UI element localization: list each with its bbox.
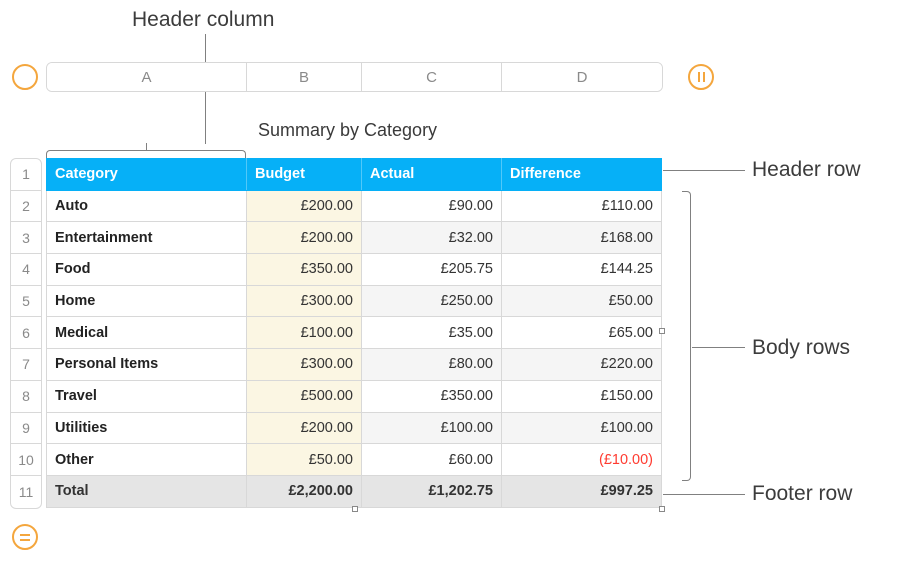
column-header-c[interactable]: C [362, 63, 502, 91]
cell-actual[interactable]: £35.00 [362, 317, 502, 349]
header-actual[interactable]: Actual [362, 159, 502, 191]
bracket-icon [682, 191, 691, 481]
cell-category[interactable]: Other [47, 444, 247, 476]
leader-line [692, 347, 745, 348]
row-header-10[interactable]: 10 [11, 444, 41, 476]
cell-category[interactable]: Home [47, 285, 247, 317]
header-budget[interactable]: Budget [247, 159, 362, 191]
bracket-icon [46, 150, 246, 158]
row-header-9[interactable]: 9 [11, 413, 41, 445]
cell-category[interactable]: Entertainment [47, 222, 247, 254]
cell-category[interactable]: Food [47, 254, 247, 286]
cell-difference[interactable]: £220.00 [502, 349, 662, 381]
table-title[interactable]: Summary by Category [258, 120, 437, 141]
cell-actual[interactable]: £90.00 [362, 190, 502, 222]
row-header-1[interactable]: 1 [11, 159, 41, 191]
callout-header-column: Header column [132, 8, 274, 32]
cell-budget[interactable]: £300.00 [247, 285, 362, 317]
cell-difference[interactable]: £144.25 [502, 254, 662, 286]
cell-difference[interactable]: £150.00 [502, 380, 662, 412]
leader-line [146, 143, 147, 150]
cell-actual[interactable]: £100.00 [362, 412, 502, 444]
cell-actual[interactable]: £250.00 [362, 285, 502, 317]
cell-budget[interactable]: £50.00 [247, 444, 362, 476]
cell-budget[interactable]: £300.00 [247, 349, 362, 381]
leader-line [663, 170, 745, 171]
header-category[interactable]: Category [47, 159, 247, 191]
row-header-3[interactable]: 3 [11, 222, 41, 254]
row-header-6[interactable]: 6 [11, 317, 41, 349]
resize-handle-icon[interactable] [352, 506, 358, 512]
cell-category[interactable]: Medical [47, 317, 247, 349]
row-header-7[interactable]: 7 [11, 349, 41, 381]
resize-handle-icon[interactable] [659, 328, 665, 334]
add-row-handle[interactable] [12, 524, 38, 550]
row-header-bar: 1 2 3 4 5 6 7 8 9 10 11 [10, 158, 42, 509]
table-row: Utilities £200.00 £100.00 £100.00 [47, 412, 662, 444]
column-header-b[interactable]: B [247, 63, 362, 91]
footer-actual[interactable]: £1,202.75 [362, 475, 502, 507]
cell-budget[interactable]: £200.00 [247, 412, 362, 444]
cell-actual[interactable]: £350.00 [362, 380, 502, 412]
header-difference[interactable]: Difference [502, 159, 662, 191]
cell-difference[interactable]: £168.00 [502, 222, 662, 254]
table-row: Medical £100.00 £35.00 £65.00 [47, 317, 662, 349]
row-header-11[interactable]: 11 [11, 476, 41, 508]
cell-actual[interactable]: £205.75 [362, 254, 502, 286]
cell-budget[interactable]: £350.00 [247, 254, 362, 286]
header-row: Category Budget Actual Difference [47, 159, 662, 191]
leader-line [663, 494, 745, 495]
cell-difference[interactable]: £110.00 [502, 190, 662, 222]
table-row: Home £300.00 £250.00 £50.00 [47, 285, 662, 317]
footer-difference[interactable]: £997.25 [502, 475, 662, 507]
cell-budget[interactable]: £200.00 [247, 190, 362, 222]
footer-row: Total £2,200.00 £1,202.75 £997.25 [47, 475, 662, 507]
cell-difference[interactable]: £100.00 [502, 412, 662, 444]
row-header-5[interactable]: 5 [11, 286, 41, 318]
cell-difference[interactable]: £50.00 [502, 285, 662, 317]
cell-category[interactable]: Personal Items [47, 349, 247, 381]
cell-actual[interactable]: £80.00 [362, 349, 502, 381]
column-header-a[interactable]: A [47, 63, 247, 91]
row-header-4[interactable]: 4 [11, 254, 41, 286]
callout-footer-row: Footer row [752, 482, 852, 506]
column-header-d[interactable]: D [502, 63, 662, 91]
cell-category[interactable]: Travel [47, 380, 247, 412]
cell-difference[interactable]: (£10.00) [502, 444, 662, 476]
callout-body-rows: Body rows [752, 336, 850, 360]
cell-difference[interactable]: £65.00 [502, 317, 662, 349]
table-row: Food £350.00 £205.75 £144.25 [47, 254, 662, 286]
cell-budget[interactable]: £200.00 [247, 222, 362, 254]
callout-header-row: Header row [752, 158, 861, 182]
table-row: Auto £200.00 £90.00 £110.00 [47, 190, 662, 222]
column-header-bar: A B C D [46, 62, 663, 92]
table-row: Travel £500.00 £350.00 £150.00 [47, 380, 662, 412]
table-row: Entertainment £200.00 £32.00 £168.00 [47, 222, 662, 254]
row-header-8[interactable]: 8 [11, 381, 41, 413]
table-row: Personal Items £300.00 £80.00 £220.00 [47, 349, 662, 381]
add-column-handle[interactable] [688, 64, 714, 90]
cell-actual[interactable]: £60.00 [362, 444, 502, 476]
row-header-2[interactable]: 2 [11, 191, 41, 223]
cell-actual[interactable]: £32.00 [362, 222, 502, 254]
footer-budget[interactable]: £2,200.00 [247, 475, 362, 507]
table-row: Other £50.00 £60.00 (£10.00) [47, 444, 662, 476]
footer-label[interactable]: Total [47, 475, 247, 507]
resize-handle-icon[interactable] [659, 506, 665, 512]
table-handle-corner[interactable] [12, 64, 38, 90]
cell-category[interactable]: Utilities [47, 412, 247, 444]
data-table: Category Budget Actual Difference Auto £… [46, 158, 662, 508]
cell-category[interactable]: Auto [47, 190, 247, 222]
cell-budget[interactable]: £500.00 [247, 380, 362, 412]
cell-budget[interactable]: £100.00 [247, 317, 362, 349]
